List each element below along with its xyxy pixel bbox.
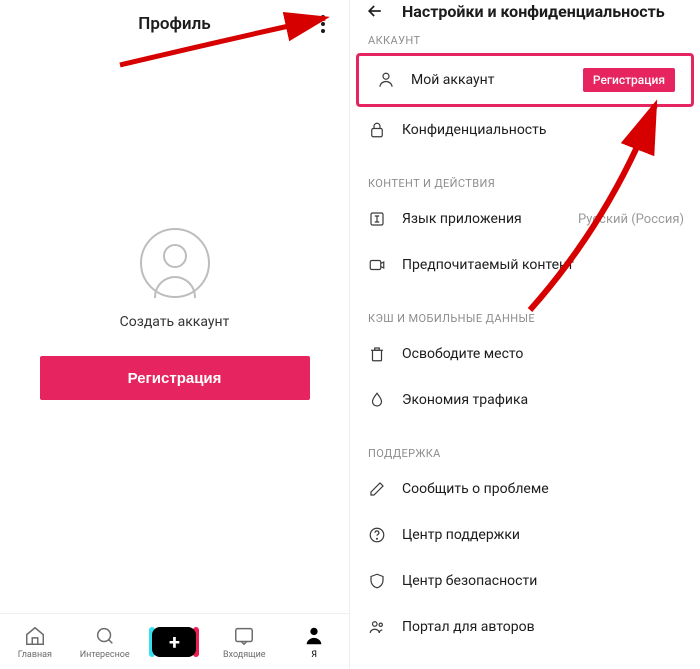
row-label: Предпочитаемый контент: [402, 257, 684, 273]
section-cache: КЭШ И МОБИЛЬНЫЕ ДАННЫЕ: [350, 300, 700, 331]
home-icon: [23, 624, 47, 648]
trash-icon: [366, 343, 388, 365]
language-icon: [366, 208, 388, 230]
profile-title: Профиль: [138, 14, 210, 34]
person-outline-icon: [375, 69, 397, 91]
profile-header: Профиль: [0, 0, 349, 48]
tab-inbox[interactable]: Входящие: [209, 624, 279, 660]
section-account: АККАУНТ: [350, 22, 700, 53]
tab-label: Входящие: [223, 650, 266, 660]
settings-header: Настройки и конфиденциальность: [350, 0, 700, 22]
edit-icon: [366, 478, 388, 500]
row-report[interactable]: Сообщить о проблеме: [350, 466, 700, 512]
row-label: Центр поддержки: [402, 527, 684, 543]
section-support: ПОДДЕРЖКА: [350, 435, 700, 466]
row-preferred-content[interactable]: Предпочитаемый контент: [350, 242, 700, 288]
row-creator-portal[interactable]: Портал для авторов: [350, 604, 700, 650]
tab-label: Главная: [18, 650, 52, 660]
create-account-text: Создать аккаунт: [120, 314, 230, 330]
section-content: КОНТЕНТ И ДЕЙСТВИЯ: [350, 165, 700, 196]
profile-screen: Профиль Создать аккаунт Регистрация Глав…: [0, 0, 350, 669]
search-icon: [93, 624, 117, 648]
language-value: Русский (Россия): [578, 212, 684, 227]
section-info: ИНФОРМАЦИЯ: [350, 662, 700, 669]
tab-label: Интересное: [80, 650, 130, 660]
person-icon: [302, 624, 326, 648]
tab-discover[interactable]: Интересное: [70, 624, 140, 660]
tab-label: Я: [311, 650, 317, 660]
help-icon: [366, 524, 388, 546]
back-arrow-icon[interactable]: [364, 0, 386, 22]
row-privacy[interactable]: Конфиденциальность: [350, 107, 700, 153]
row-language[interactable]: Язык приложения Русский (Россия): [350, 196, 700, 242]
people-icon: [366, 616, 388, 638]
row-safety-center[interactable]: Центр безопасности: [350, 558, 700, 604]
avatar-section: Создать аккаунт Регистрация: [0, 228, 349, 400]
settings-title: Настройки и конфиденциальность: [402, 2, 665, 21]
bottom-tabbar: Главная Интересное + Входящие Я: [0, 613, 349, 669]
more-menu-icon[interactable]: [309, 10, 337, 38]
video-icon: [366, 254, 388, 276]
row-label: Освободите место: [402, 346, 684, 362]
row-label: Мой аккаунт: [411, 72, 569, 88]
row-label: Портал для авторов: [402, 619, 684, 635]
tab-create[interactable]: +: [140, 627, 210, 657]
inbox-icon: [232, 624, 256, 648]
row-label: Язык приложения: [402, 211, 564, 227]
row-label: Конфиденциальность: [402, 122, 684, 138]
lock-icon: [366, 119, 388, 141]
row-free-space[interactable]: Освободите место: [350, 331, 700, 377]
register-pill[interactable]: Регистрация: [583, 68, 675, 92]
row-data-saver[interactable]: Экономия трафика: [350, 377, 700, 423]
row-label: Экономия трафика: [402, 392, 684, 408]
row-help-center[interactable]: Центр поддержки: [350, 512, 700, 558]
droplet-icon: [366, 389, 388, 411]
tab-me[interactable]: Я: [279, 624, 349, 660]
avatar-placeholder-icon: [140, 228, 210, 298]
settings-screen: Настройки и конфиденциальность АККАУНТ М…: [350, 0, 700, 669]
plus-icon: +: [152, 627, 196, 657]
row-my-account[interactable]: Мой аккаунт Регистрация: [359, 56, 691, 104]
register-button[interactable]: Регистрация: [40, 356, 310, 400]
row-label: Центр безопасности: [402, 573, 684, 589]
tab-home[interactable]: Главная: [0, 624, 70, 660]
highlight-my-account: Мой аккаунт Регистрация: [356, 53, 694, 107]
row-label: Сообщить о проблеме: [402, 481, 684, 497]
shield-icon: [366, 570, 388, 592]
